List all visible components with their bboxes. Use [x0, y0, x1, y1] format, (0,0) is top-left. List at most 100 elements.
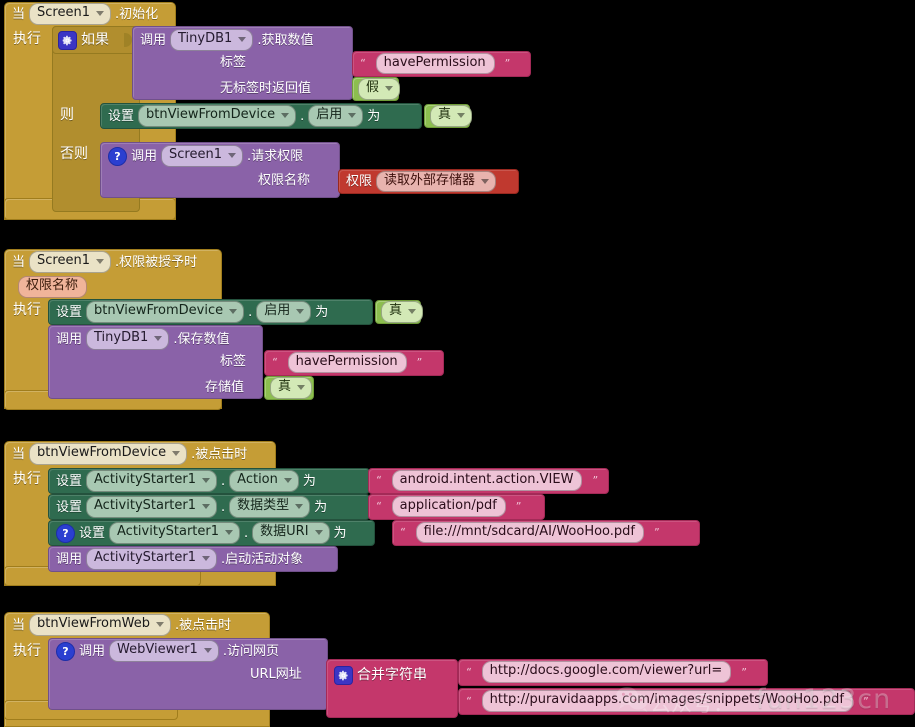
close-quote-2: ”: [416, 356, 423, 369]
open-quote-2: “: [272, 356, 278, 369]
block4-header: 当 btnViewFromWeb .被点击时: [12, 614, 231, 636]
method-label: .获取数值: [257, 32, 314, 48]
chevron-down-icon: [225, 530, 234, 535]
logic-dropdown-true-3[interactable]: 真: [270, 377, 313, 399]
to-label-5: 为: [333, 525, 347, 541]
text-value-field-datauri[interactable]: file:///mnt/sdcard/AI/WooHoo.pdf: [415, 521, 644, 544]
do-label-3: 执行: [13, 471, 41, 487]
logic-false-content: 假: [358, 78, 401, 100]
call-label-5: 调用: [79, 643, 106, 659]
method-label-4: .启动活动对象: [221, 551, 304, 567]
property-dropdown-enabled-2[interactable]: 启用: [256, 301, 312, 323]
text-value-field-action[interactable]: android.intent.action.VIEW: [391, 469, 583, 492]
arg-label-tag-2: 标签: [220, 354, 247, 369]
when-label: 当: [12, 6, 26, 22]
setter-row-1: 设置 btnViewFromDevice . 启用 为: [108, 105, 380, 127]
logic-dropdown-true[interactable]: 真: [430, 105, 473, 127]
join-label: 合并字符串: [357, 667, 427, 683]
dot-separator-4: .: [221, 499, 226, 515]
when-label-2: 当: [12, 254, 26, 270]
help-icon-2[interactable]: ?: [56, 523, 75, 543]
component-dropdown-activitystarter1-4[interactable]: ActivityStarter1: [86, 548, 218, 570]
method-label-3: .保存数值: [173, 331, 230, 347]
do-label-4: 执行: [13, 643, 41, 659]
text-value-field-datatype[interactable]: application/pdf: [391, 495, 506, 518]
text-block-file-uri-content: “ file:///mnt/sdcard/AI/WooHoo.pdf ”: [400, 521, 660, 544]
component-dropdown-screen1-3[interactable]: Screen1: [29, 251, 111, 273]
setter-row-action: 设置 ActivityStarter1 . Action 为: [56, 470, 316, 492]
chevron-down-icon: [385, 86, 394, 91]
chevron-down-icon: [172, 451, 181, 456]
to-label-2: 为: [315, 304, 329, 320]
event-label: .初始化: [114, 6, 159, 22]
method-label-5: .访问网页: [222, 643, 279, 659]
chevron-down-icon: [202, 478, 211, 483]
block1-header: 当 Screen1 .初始化: [12, 3, 158, 25]
help-icon[interactable]: ?: [108, 146, 127, 166]
property-dropdown-datauri[interactable]: 数据URI: [252, 522, 330, 544]
event-label-4: .被点击时: [175, 617, 232, 633]
call-label-3: 调用: [56, 331, 83, 347]
property-dropdown-enabled[interactable]: 启用: [308, 105, 364, 127]
event-parameter-permissionname[interactable]: 权限名称: [18, 276, 88, 298]
component-dropdown-screen1[interactable]: Screen1: [29, 3, 111, 25]
component-dropdown-btnviewfromdevice-2[interactable]: btnViewFromDevice: [86, 301, 245, 323]
component-dropdown-btnviewfromdevice[interactable]: btnViewFromDevice: [138, 105, 297, 127]
gear-icon-2[interactable]: [334, 665, 353, 685]
if-row-content: 如果: [58, 30, 109, 50]
chevron-down-icon: [296, 309, 305, 314]
component-dropdown-tinydb1-2[interactable]: TinyDB1: [86, 328, 170, 350]
dot-separator-5: .: [244, 525, 249, 541]
setter-row-2: 设置 btnViewFromDevice . 启用 为: [56, 301, 329, 323]
permission-dropdown[interactable]: 读取外部存储器: [376, 170, 497, 193]
component-dropdown-activitystarter1-3[interactable]: ActivityStarter1: [109, 522, 241, 544]
open-quote-4: “: [376, 500, 382, 513]
close-quote-5: ”: [653, 526, 660, 539]
component-dropdown-activitystarter1-2[interactable]: ActivityStarter1: [86, 496, 218, 518]
component-dropdown-screen1-2[interactable]: Screen1: [161, 145, 243, 167]
to-label-3: 为: [302, 473, 316, 489]
close-quote-7: ”: [862, 694, 869, 708]
setter-row-datauri: ? 设置 ActivityStarter1 . 数据URI 为: [56, 522, 347, 544]
component-dropdown-tinydb1[interactable]: TinyDB1: [170, 29, 254, 51]
logic-dropdown-true-2[interactable]: 真: [381, 301, 424, 323]
component-dropdown-activitystarter1[interactable]: ActivityStarter1: [86, 470, 218, 492]
text-value-field-url1[interactable]: http://docs.google.com/viewer?url=: [481, 661, 732, 683]
join-header: 合并字符串: [334, 665, 427, 685]
chevron-down-icon: [203, 648, 212, 653]
component-dropdown-btnviewfromweb[interactable]: btnViewFromWeb: [29, 614, 172, 636]
text-value-field-2[interactable]: havePermission: [287, 351, 407, 374]
help-icon-3[interactable]: ?: [56, 641, 75, 661]
else-label: 否则: [60, 146, 88, 162]
setter-row-datatype: 设置 ActivityStarter1 . 数据类型 为: [56, 496, 327, 518]
arg-label-valuetostore: 存储值: [205, 380, 245, 395]
text-block-havepermission-2-content: “ havePermission ”: [272, 351, 423, 374]
gear-icon[interactable]: [58, 30, 77, 50]
block3-header: 当 btnViewFromDevice .被点击时: [12, 443, 247, 465]
call-askforpermission-header: ? 调用 Screen1 .请求权限: [108, 145, 303, 167]
property-dropdown-action[interactable]: Action: [229, 470, 299, 492]
text-value-field[interactable]: havePermission: [375, 52, 495, 75]
dot-separator: .: [300, 108, 305, 124]
component-dropdown-webviewer1[interactable]: WebViewer1: [109, 640, 219, 662]
component-dropdown-btnviewfromdevice-3[interactable]: btnViewFromDevice: [29, 443, 188, 465]
dot-separator-3: .: [221, 473, 226, 489]
blocks-canvas[interactable]: 当 Screen1 .初始化 执行 如果 则 否则 调用 TinyDB1 .获取…: [0, 0, 915, 727]
logic-dropdown-false[interactable]: 假: [358, 78, 401, 100]
chevron-down-icon: [481, 178, 490, 184]
open-quote: “: [360, 57, 366, 70]
property-dropdown-datatype[interactable]: 数据类型: [229, 496, 311, 518]
arg-label-tag: 标签: [220, 55, 247, 70]
permission-prefix-label: 权限: [346, 174, 373, 189]
set-label-5: 设置: [79, 525, 106, 541]
open-quote-5: “: [400, 526, 406, 539]
text-block-application-pdf-content: “ application/pdf ”: [376, 495, 521, 518]
event-label-3: .被点击时: [191, 446, 248, 462]
when-label-3: 当: [12, 446, 26, 462]
text-value-field-url2[interactable]: http://puravidaapps.com/images/snippets/…: [481, 690, 853, 712]
close-quote-3: ”: [592, 474, 599, 487]
chevron-down-icon: [297, 385, 306, 390]
close-quote: ”: [504, 57, 511, 70]
chevron-down-icon: [202, 504, 211, 509]
chevron-down-icon: [281, 113, 290, 118]
